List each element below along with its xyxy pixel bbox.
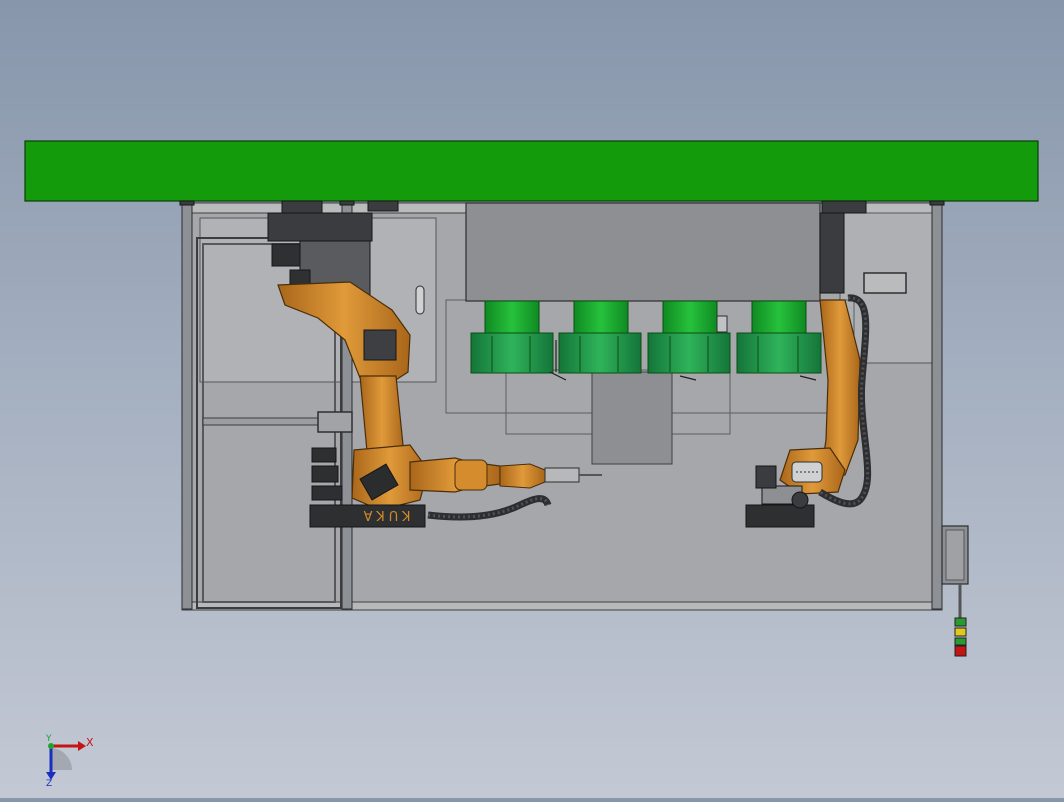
signal-tower-icon [954,584,967,657]
triad-z-label: Z [46,779,52,789]
coordinate-triad-icon: X Y Z [45,734,94,789]
right-wall-box [863,272,907,294]
model-view[interactable]: KUKA X Y Z [0,0,1064,798]
frame-post-right[interactable] [931,202,943,610]
door-handle [317,411,353,433]
left-robot-mount [267,212,373,242]
triad-y-label: Y [45,734,52,744]
left-wall-slot [415,285,425,315]
tank-support-column [591,371,673,465]
frame-post-left [181,202,193,610]
tank-housing [465,202,821,302]
roof-panel[interactable] [24,140,1039,202]
left-robot-tool [544,467,580,483]
triad-x-label: X [86,736,94,749]
left-robot-motor [363,329,397,361]
left-robot-wrist [499,463,546,489]
cad-viewport[interactable]: KUKA X Y Z [0,0,1064,798]
control-box[interactable] [941,525,969,585]
right-robot-mount [819,212,845,294]
door-crossbar [202,417,336,426]
left-robot-brand: KUKA [360,507,411,522]
right-robot-base [745,504,815,528]
